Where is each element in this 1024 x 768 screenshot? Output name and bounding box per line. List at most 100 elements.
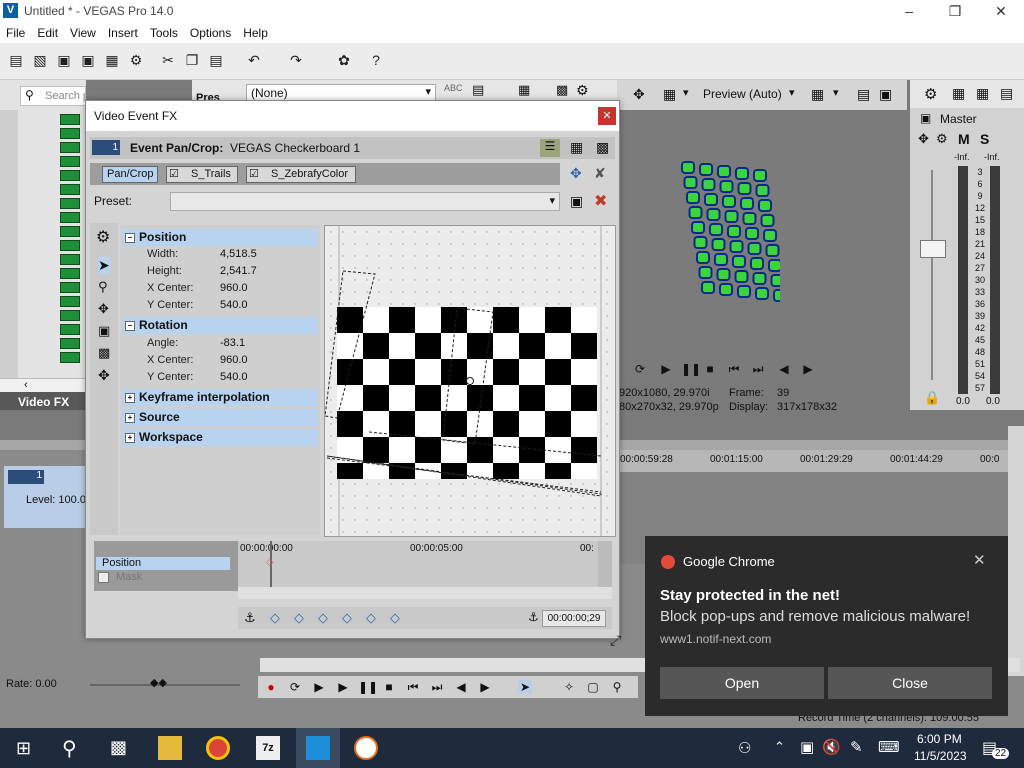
people-icon[interactable]: ⚇ — [738, 739, 751, 757]
pen-icon[interactable]: ✎ — [850, 738, 863, 756]
preview-mode-chevron-icon[interactable]: ▾ — [789, 86, 795, 99]
7zip-icon[interactable]: 7z — [256, 736, 280, 760]
paste-icon[interactable]: ▤ — [208, 52, 224, 68]
explorer-scrollbar[interactable]: ‹ — [0, 378, 86, 393]
chrome-taskbar-icon[interactable] — [206, 736, 230, 760]
remove-fx-icon[interactable]: ✘ — [594, 165, 606, 182]
master-fx-gear-icon[interactable]: ⚙ — [936, 131, 948, 147]
preset-dropdown[interactable]: ▾ — [170, 192, 560, 211]
delete-keyframe-icon[interactable]: ◇ — [390, 610, 400, 626]
position-section[interactable]: − Position — [122, 229, 318, 246]
network-icon[interactable]: ▣ — [800, 738, 814, 756]
first-keyframe-icon[interactable]: ◇ — [270, 610, 280, 626]
angle-value[interactable]: -83.1 — [220, 335, 245, 352]
kf-time-field[interactable]: 00:00:00;29 — [542, 610, 606, 627]
media-player-icon[interactable] — [354, 736, 378, 760]
preview-fx-icon[interactable]: ▦ — [663, 86, 676, 103]
rot-y-center-value[interactable]: 540.0 — [220, 369, 248, 386]
cut-icon[interactable]: ✂ — [160, 52, 176, 68]
new-file-icon[interactable]: ▤ — [8, 52, 24, 68]
plugin-manager-icon[interactable]: ✿ — [336, 52, 352, 68]
master-io-icon[interactable]: ▦ — [976, 85, 989, 102]
pause-icon[interactable]: ❚❚ — [358, 680, 378, 694]
prev-frame-icon[interactable]: ◀ — [454, 680, 468, 694]
close-window-button[interactable]: ✕ — [978, 0, 1024, 23]
keyframe-marker-icon[interactable]: ◇ — [266, 557, 274, 568]
save-preset-icon[interactable]: ▣ — [570, 193, 583, 210]
toast-close-button[interactable]: Close — [828, 667, 992, 699]
plugin-row[interactable] — [60, 268, 80, 279]
next-frame-icon[interactable]: ▶ — [801, 362, 815, 376]
task-view-icon[interactable]: ▩ — [110, 737, 127, 758]
chain-s-zebrafy[interactable]: ☑ S_ZebrafyColor — [246, 166, 356, 183]
play-icon[interactable]: ▶ — [336, 680, 350, 694]
toast-close-icon[interactable]: ✕ — [973, 551, 986, 569]
video-fx-tab[interactable]: Video FX — [18, 395, 69, 409]
move-rotate-icon[interactable]: ✥ — [98, 301, 109, 317]
plugin-row[interactable] — [60, 240, 80, 251]
plugin-row[interactable] — [60, 254, 80, 265]
expand-icon[interactable]: + — [125, 432, 135, 443]
plugin-row[interactable] — [60, 198, 80, 209]
kf-vscroll[interactable] — [598, 541, 612, 591]
stop-icon[interactable]: ■ — [382, 680, 396, 694]
next-keyframe-icon[interactable]: ◇ — [318, 610, 328, 626]
timeline-ruler[interactable]: 00:00:59:28 00:01:15:00 00:01:29:29 00:0… — [618, 450, 1024, 472]
view-grid-icon[interactable]: ▩ — [596, 139, 609, 156]
split-screen-icon[interactable]: ✥ — [633, 86, 645, 103]
copy-snapshot-icon[interactable]: ▤ — [857, 86, 870, 103]
plugin-row[interactable] — [60, 296, 80, 307]
file-explorer-icon[interactable] — [158, 736, 182, 760]
properties-gear-icon[interactable]: ⚙ — [128, 52, 144, 68]
collapse-icon[interactable]: − — [125, 320, 135, 331]
show-hidden-icons[interactable]: ⌃ — [774, 739, 785, 755]
mask-checkbox[interactable] — [98, 572, 109, 583]
chain-split-icon[interactable]: ✥ — [570, 165, 582, 182]
lock-icon[interactable]: 🔒 — [924, 390, 940, 406]
checkerboard-canvas[interactable] — [325, 226, 615, 536]
overlay-chevron-icon[interactable]: ▾ — [833, 86, 839, 99]
x-center-value[interactable]: 960.0 — [220, 280, 248, 297]
plugin-row[interactable] — [60, 352, 80, 363]
menu-insert[interactable]: Insert — [102, 23, 144, 43]
track-header[interactable]: 1 Level: 100.0 — [4, 466, 90, 528]
plugin-row[interactable] — [60, 212, 80, 223]
toast-open-button[interactable]: Open — [660, 667, 824, 699]
normal-edit-tool-icon[interactable]: ➤ — [518, 680, 532, 694]
save-icon[interactable]: ▣ — [56, 52, 72, 68]
help-icon[interactable]: ? — [368, 52, 384, 68]
menu-edit[interactable]: Edit — [31, 23, 64, 43]
windows-start-icon[interactable]: ⊞ — [16, 738, 31, 759]
rate-handle-icon[interactable]: ◆◆ — [150, 676, 167, 689]
view-detail-icon[interactable]: ▦ — [570, 139, 583, 156]
keyframe-timeline[interactable]: 00:00:00:00 00:00:05:00 00: ◇ — [238, 541, 598, 591]
prev-keyframe-icon[interactable]: ◇ — [294, 610, 304, 626]
zoom-tool-icon[interactable]: ⚲ — [610, 680, 624, 694]
preview-settings-gear-icon[interactable]: ⚙ — [576, 82, 589, 99]
plugin-row[interactable] — [60, 170, 80, 181]
master-layout-icon[interactable]: ▤ — [1000, 85, 1013, 102]
workspace-section[interactable]: + Workspace — [122, 429, 318, 446]
add-keyframe-icon[interactable]: ◇ — [366, 610, 376, 626]
timeline-vscroll[interactable] — [1008, 426, 1024, 676]
size-about-center-icon[interactable]: ▩ — [98, 345, 110, 361]
height-value[interactable]: 2,541.7 — [220, 263, 257, 280]
zoom-icon[interactable]: ⚲ — [98, 279, 108, 295]
master-solo-button[interactable]: S — [980, 131, 989, 147]
plugin-row[interactable] — [60, 310, 80, 321]
plugin-row[interactable] — [60, 226, 80, 237]
width-value[interactable]: 4,518.5 — [220, 246, 257, 263]
overlay-grid-icon[interactable]: ▦ — [811, 86, 824, 103]
master-mute-button[interactable]: M — [958, 131, 970, 147]
go-end-icon[interactable]: ⏭ — [751, 362, 765, 376]
selection-tool-icon[interactable]: ▢ — [586, 680, 600, 694]
view-list-icon[interactable]: ☰ — [540, 139, 560, 157]
expand-icon[interactable]: + — [125, 412, 135, 423]
lock-aspect-icon[interactable]: ▣ — [98, 323, 110, 339]
redo-icon[interactable]: ↷ — [288, 52, 304, 68]
normal-edit-icon[interactable]: ➤ — [98, 257, 110, 274]
checkbox-icon[interactable]: ☑ — [249, 167, 259, 182]
spellcheck-icon[interactable]: ABC — [444, 83, 463, 93]
plugin-row[interactable] — [60, 184, 80, 195]
record-icon[interactable]: ● — [264, 680, 278, 694]
